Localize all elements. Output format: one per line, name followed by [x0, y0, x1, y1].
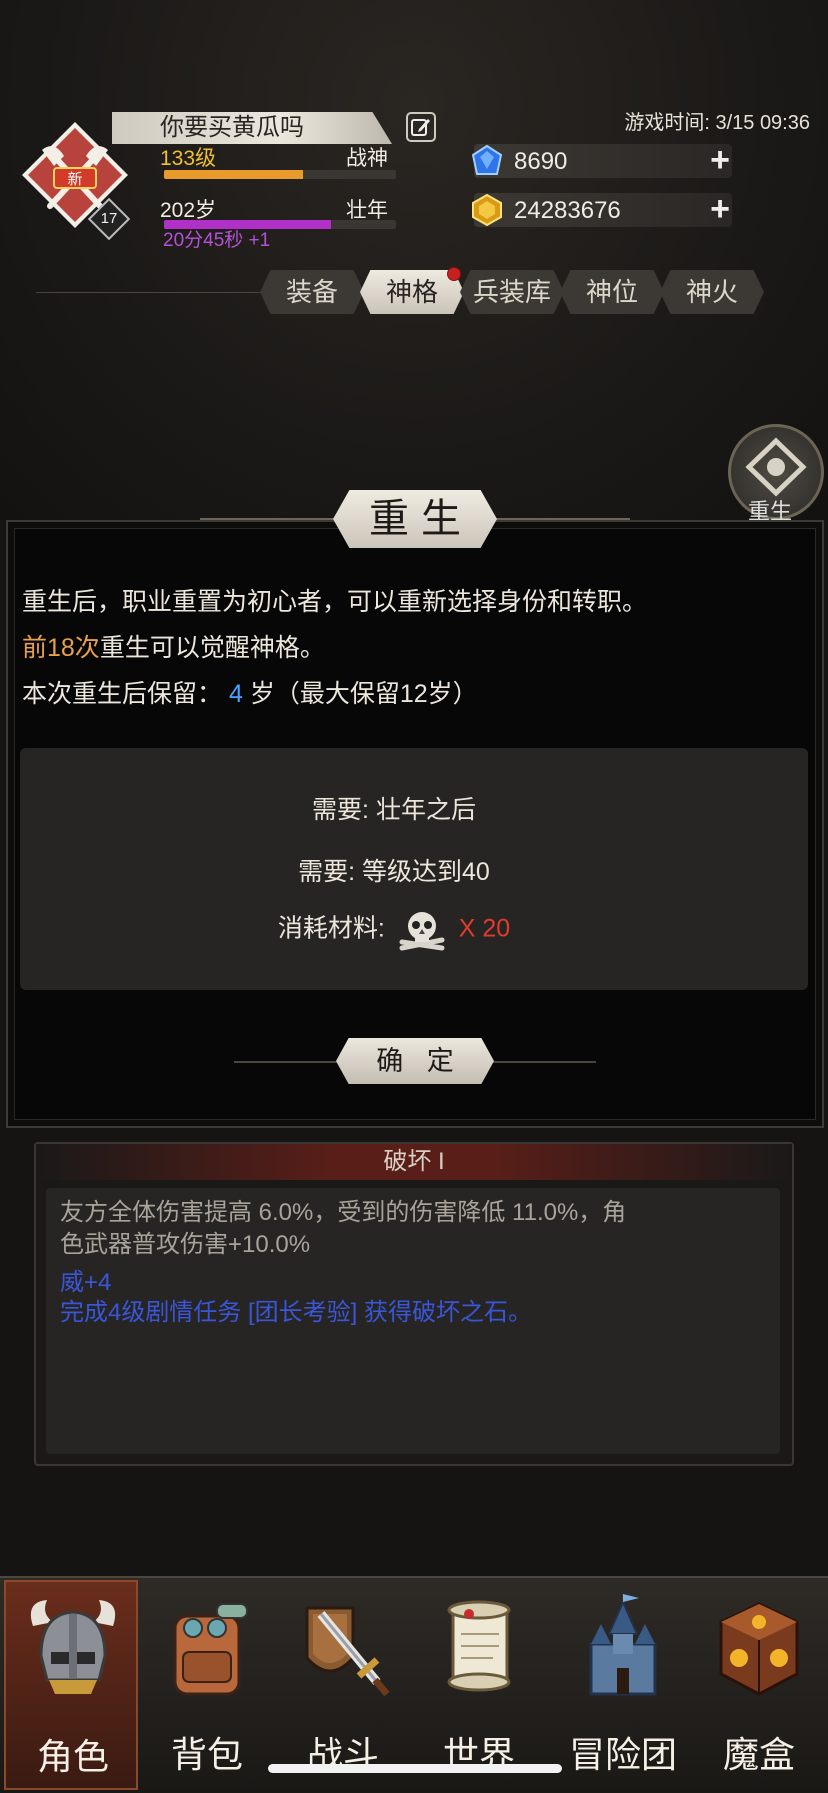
- age-text: 202岁: [160, 199, 217, 222]
- tab-armory[interactable]: 兵装库: [460, 270, 564, 314]
- helmet-icon: [30, 1600, 116, 1694]
- tab-god-fire[interactable]: 神火: [660, 270, 764, 314]
- nav-label-backpack: 背包: [170, 1734, 243, 1775]
- title-wing-right: [490, 518, 630, 520]
- material-cost: X 20: [458, 914, 511, 943]
- edit-name-button[interactable]: [406, 112, 436, 142]
- level-row: 133级 战神: [160, 142, 396, 182]
- gold-icon: [472, 193, 502, 227]
- tab-equipment[interactable]: 装备: [260, 270, 364, 314]
- skill-effect-line2: 色武器普攻伤害+10.0%: [60, 1231, 311, 1258]
- requirement-level: 需要: 等级达到40: [298, 858, 490, 886]
- level-text: 133级: [160, 147, 217, 170]
- diamond-amount: 8690: [514, 148, 568, 175]
- skill-unlock-condition: 完成4级剧情任务 [团长考验] 获得破坏之石。: [60, 1299, 533, 1326]
- rebirth-awaken-note: 前18次重生可以觉醒神格。: [22, 628, 325, 664]
- confirm-wing-left: [234, 1061, 338, 1063]
- player-name: 你要买黄瓜吗: [112, 112, 392, 144]
- nav-adventure-team[interactable]: 冒险团: [556, 1580, 690, 1790]
- skull-material-icon: [399, 912, 445, 951]
- nav-label-adventure-team: 冒险团: [568, 1734, 677, 1775]
- home-indicator[interactable]: [268, 1764, 562, 1773]
- gold-amount: 24283676: [514, 197, 621, 224]
- retain-prefix: 本次重生后保留：: [22, 680, 223, 708]
- skill-title: 破坏 I: [36, 1144, 792, 1180]
- nav-label-magic-box: 魔盒: [722, 1734, 795, 1775]
- diamond-resource: 8690 +: [471, 143, 734, 178]
- tab-god-rank[interactable]: 神位: [560, 270, 664, 314]
- requirement-age: 需要: 壮年之后: [312, 796, 476, 824]
- notification-dot: [447, 267, 461, 281]
- level-title: 战神: [346, 147, 388, 170]
- confirm-wing-right: [492, 1061, 596, 1063]
- nav-magic-box[interactable]: 魔盒: [692, 1580, 826, 1790]
- nav-world[interactable]: 世界: [412, 1580, 546, 1790]
- awaken-text: 重生可以觉醒神格。: [99, 634, 325, 662]
- gold-resource: 24283676 +: [472, 192, 734, 227]
- title-wing-left: [200, 518, 340, 520]
- tabs-divider: [36, 292, 276, 293]
- add-gold-button[interactable]: +: [706, 192, 734, 226]
- nav-battle[interactable]: 战斗: [276, 1580, 410, 1790]
- age-timer: 20分45秒 +1: [163, 230, 271, 251]
- nav-character[interactable]: 角色: [4, 1580, 138, 1790]
- material-cost-row: 消耗材料: X 20: [0, 908, 788, 952]
- pencil-icon: [411, 119, 430, 136]
- emblem-level-text: 17: [100, 210, 118, 227]
- awaken-count: 前18次: [22, 634, 100, 662]
- nav-label-character: 角色: [36, 1736, 109, 1777]
- level-bar-fill: [164, 170, 304, 179]
- confirm-button[interactable]: 确 定: [336, 1038, 494, 1084]
- nav-backpack[interactable]: 背包: [140, 1580, 274, 1790]
- dialog-title: 重生: [333, 490, 497, 548]
- rebirth-retain-note: 本次重生后保留： 4 岁（最大保留12岁）: [22, 674, 478, 710]
- tab-bar: 装备 神格 兵装库 神位 神火: [260, 270, 764, 314]
- game-time: 游戏时间: 3/15 09:36: [624, 112, 810, 134]
- retain-value: 4: [228, 680, 243, 708]
- level-bar: [164, 170, 396, 179]
- emblem-new-tag: 新: [67, 170, 82, 188]
- scroll-map-icon: [447, 1600, 511, 1692]
- material-label: 消耗材料:: [277, 914, 385, 943]
- retain-suffix: 岁（最大保留12岁）: [249, 680, 478, 708]
- backpack-icon: [173, 1603, 248, 1696]
- background: [0, 0, 828, 520]
- magic-box-icon: [719, 1602, 799, 1696]
- rebirth-description: 重生后，职业重置为初心者，可以重新选择身份和转职。: [22, 588, 648, 616]
- castle-icon: [589, 1594, 657, 1696]
- sword-shield-icon: [305, 1606, 390, 1697]
- add-diamond-button[interactable]: +: [706, 143, 734, 177]
- skill-effect-line1: 友方全体伤害提高 6.0%，受到的伤害降低 11.0%，角: [60, 1199, 627, 1226]
- diamond-icon: [471, 144, 503, 175]
